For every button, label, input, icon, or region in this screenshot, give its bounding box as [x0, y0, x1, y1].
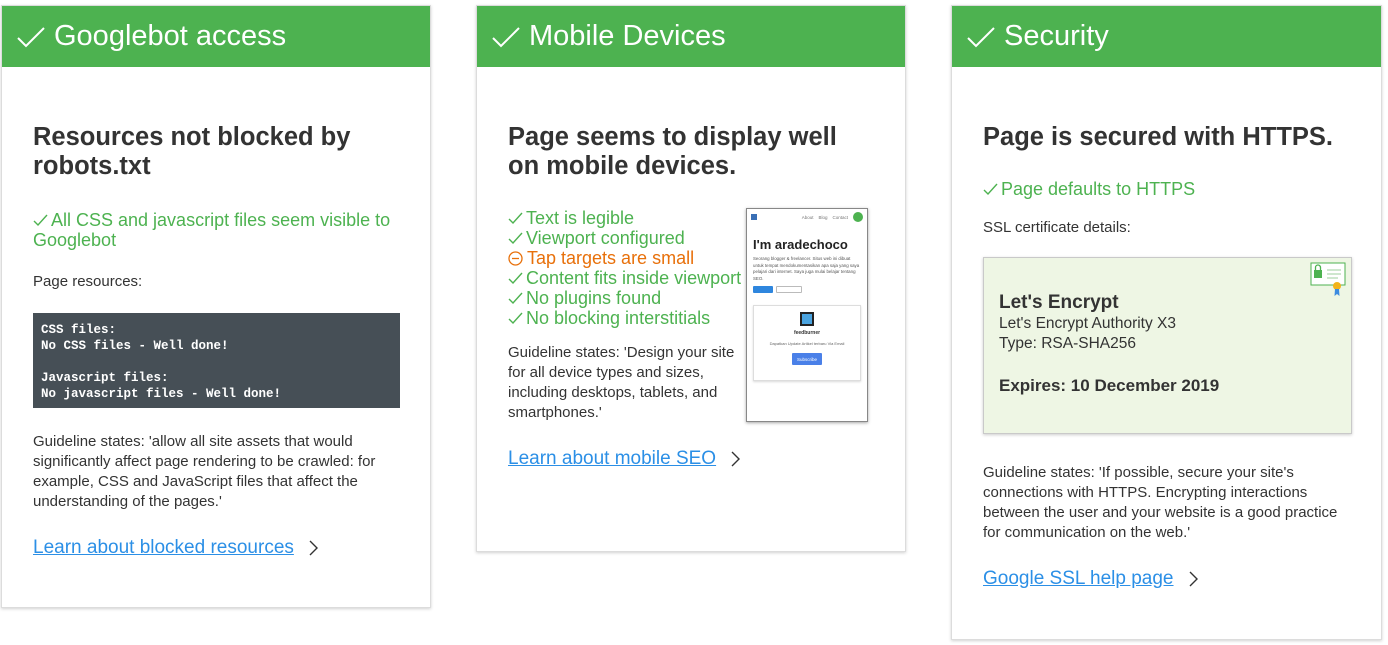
preview-title: I'm aradechoco [753, 237, 848, 252]
preview-nav: About Blog Contact [747, 209, 867, 225]
mobile-preview-screenshot: About Blog Contact I'm aradechoco Seoran… [746, 208, 868, 422]
pass-message: All CSS and javascript files seem visibl… [33, 210, 391, 250]
google-ssl-help-link[interactable]: Google SSL help page [983, 568, 1198, 590]
guideline-text: Guideline states: 'Design your site for … [508, 344, 735, 421]
preview-subscribe-button: Subscribe [792, 353, 822, 365]
check-icon [492, 26, 520, 47]
preview-follow-pill [753, 286, 773, 293]
check-tap-targets: Tap targets are small [508, 248, 746, 268]
check-icon [33, 214, 48, 226]
resources-label: Page resources: [33, 273, 143, 290]
preview-followers-pill [776, 286, 802, 293]
guideline-text: Guideline states: 'If possible, secure y… [983, 464, 1338, 541]
card-header: Mobile Devices [477, 6, 905, 67]
resources-code-block: CSS files: No CSS files - Well done! Jav… [33, 313, 400, 408]
check-icon [508, 212, 523, 224]
cert-issuer: Let's Encrypt [999, 292, 1119, 313]
preview-nav-item: About [801, 214, 814, 220]
preview-subscribe-box: feedburner Dapatkan Update Artikel terba… [753, 305, 861, 381]
section-heading: Resources not blocked by robots.txt [33, 123, 351, 180]
preview-nav-item: Blog [818, 214, 828, 220]
check-icon [508, 272, 523, 284]
check-icon [967, 26, 995, 47]
mobile-seo-link[interactable]: Learn about mobile SEO [508, 448, 741, 470]
preview-menu-button [853, 212, 863, 222]
blocked-resources-link[interactable]: Learn about blocked resources [33, 537, 318, 559]
chevron-right-icon [731, 451, 741, 467]
preview-feed-desc: Dapatkan Update Artikel terbaru Via Emai… [769, 341, 845, 346]
check-icon [983, 183, 998, 195]
check-icon [508, 312, 523, 324]
check-icon [508, 292, 523, 304]
section-heading: Page is secured with HTTPS. [983, 123, 1334, 151]
check-viewport: Viewport configured [508, 228, 746, 248]
card-title: Mobile Devices [529, 20, 726, 52]
check-icon [17, 26, 45, 47]
check-plugins: No plugins found [508, 288, 746, 308]
guideline-text: Guideline states: 'allow all site assets… [33, 433, 376, 510]
card-header: Security [952, 6, 1381, 67]
certificate-icon [1310, 262, 1346, 296]
check-interstitials: No blocking interstitials [508, 308, 746, 328]
minus-circle-icon [508, 251, 523, 266]
check-text-legible: Text is legible [508, 208, 746, 228]
preview-feed-label: feedburner [793, 330, 821, 336]
cert-expires: Expires: 10 December 2019 [999, 376, 1220, 395]
card-header: Googlebot access [2, 6, 430, 67]
chevron-right-icon [309, 540, 318, 556]
preview-logo [751, 214, 757, 220]
section-heading: Page seems to display well on mobile dev… [508, 123, 837, 180]
ssl-certificate-card: Let's Encrypt Let's Encrypt Authority X3… [983, 257, 1352, 434]
card-title: Security [1004, 20, 1109, 52]
preview-nav-item: Contact [832, 214, 848, 220]
cert-authority: Let's Encrypt Authority X3 [999, 315, 1176, 332]
security-card: Security Page is secured with HTTPS. Pag… [951, 5, 1382, 640]
googlebot-card: Googlebot access Resources not blocked b… [1, 5, 431, 608]
avatar [800, 312, 814, 326]
mobile-card: Mobile Devices Page seems to display wel… [476, 5, 906, 552]
check-content-fits: Content fits inside viewport [508, 268, 746, 288]
pass-message: Page defaults to HTTPS [983, 179, 1351, 199]
cert-type: Type: RSA-SHA256 [999, 335, 1136, 352]
card-title: Googlebot access [54, 20, 287, 52]
chevron-right-icon [1189, 571, 1198, 587]
ssl-details-label: SSL certificate details: [983, 219, 1131, 236]
preview-text: Seorang blogger & freelancer. Situs web … [753, 256, 860, 281]
check-icon [508, 232, 523, 244]
